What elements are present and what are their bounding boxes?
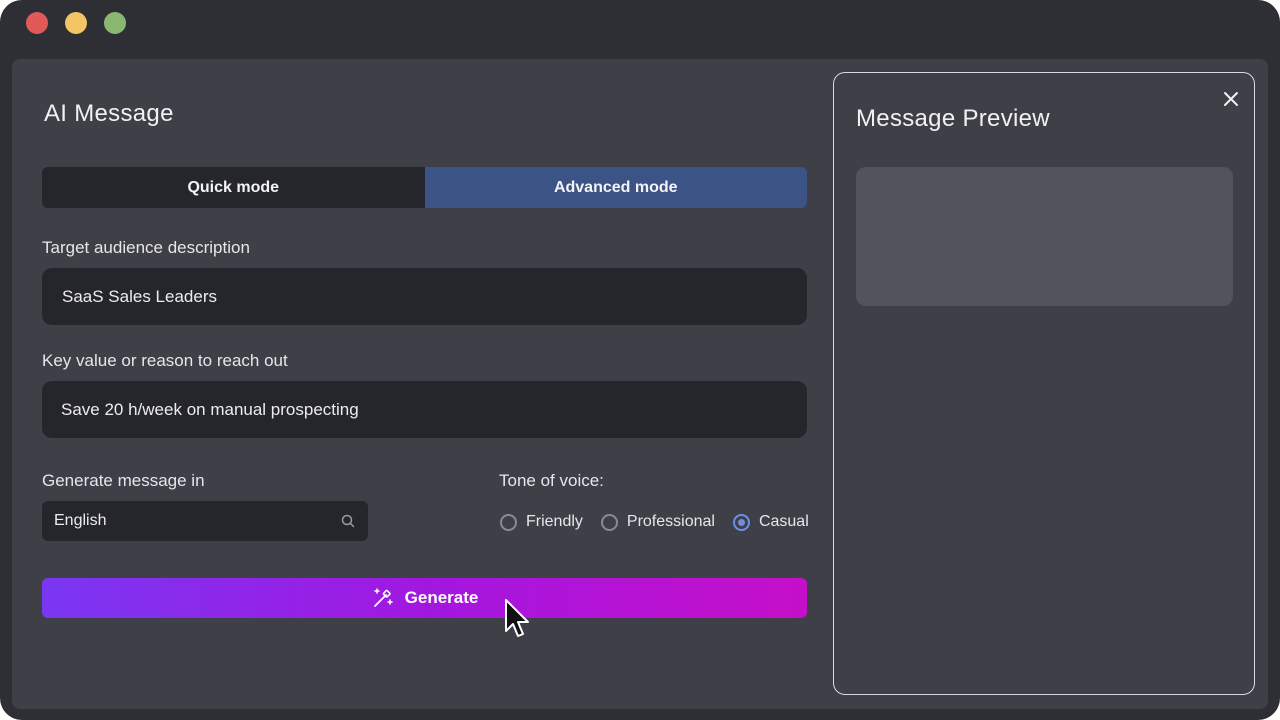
preview-title: Message Preview	[856, 105, 1050, 132]
generate-label: Generate	[404, 588, 479, 607]
tone-option-label: Casual	[758, 513, 809, 530]
close-icon[interactable]	[1222, 90, 1240, 108]
tab-advanced-mode[interactable]: Advanced mode	[424, 167, 807, 208]
preview-content-placeholder	[856, 167, 1233, 306]
language-value: English	[54, 512, 107, 529]
radio-checked-icon	[732, 513, 750, 531]
zoom-window-button[interactable]	[104, 12, 126, 34]
magic-wand-icon	[373, 588, 393, 607]
tone-option-friendly[interactable]: Friendly	[500, 513, 583, 531]
audience-value: SaaS Sales Leaders	[62, 286, 217, 306]
page-title: AI Message	[44, 100, 174, 127]
search-icon	[341, 514, 355, 528]
tone-option-professional[interactable]: Professional	[600, 513, 715, 531]
message-preview-panel: Message Preview	[833, 72, 1255, 695]
mouse-pointer-icon	[505, 599, 529, 637]
value-prop-value: Save 20 h/week on manual prospecting	[61, 399, 359, 419]
app-window: AI Message Quick mode Advanced mode Targ…	[0, 0, 1280, 720]
radio-unchecked-icon	[500, 513, 517, 531]
tone-option-casual[interactable]: Casual	[732, 513, 809, 531]
tone-option-label: Professional	[626, 513, 715, 530]
tone-label: Tone of voice:	[499, 471, 604, 490]
generate-button[interactable]: Generate	[42, 578, 807, 618]
tone-radio-group: Friendly Professional Casual	[500, 510, 809, 534]
language-select[interactable]: English	[42, 501, 368, 541]
value-prop-input[interactable]: Save 20 h/week on manual prospecting	[42, 381, 807, 438]
audience-label: Target audience description	[42, 238, 250, 257]
radio-unchecked-icon	[600, 513, 618, 531]
close-window-button[interactable]	[26, 12, 48, 34]
minimize-window-button[interactable]	[65, 12, 87, 34]
language-label: Generate message in	[42, 471, 205, 490]
audience-input[interactable]: SaaS Sales Leaders	[42, 268, 807, 325]
mode-switch: Quick mode Advanced mode	[42, 167, 807, 208]
tone-option-label: Friendly	[526, 513, 583, 530]
value-prop-label: Key value or reason to reach out	[42, 351, 288, 370]
title-bar	[0, 0, 1280, 44]
tab-quick-mode[interactable]: Quick mode	[42, 167, 425, 208]
